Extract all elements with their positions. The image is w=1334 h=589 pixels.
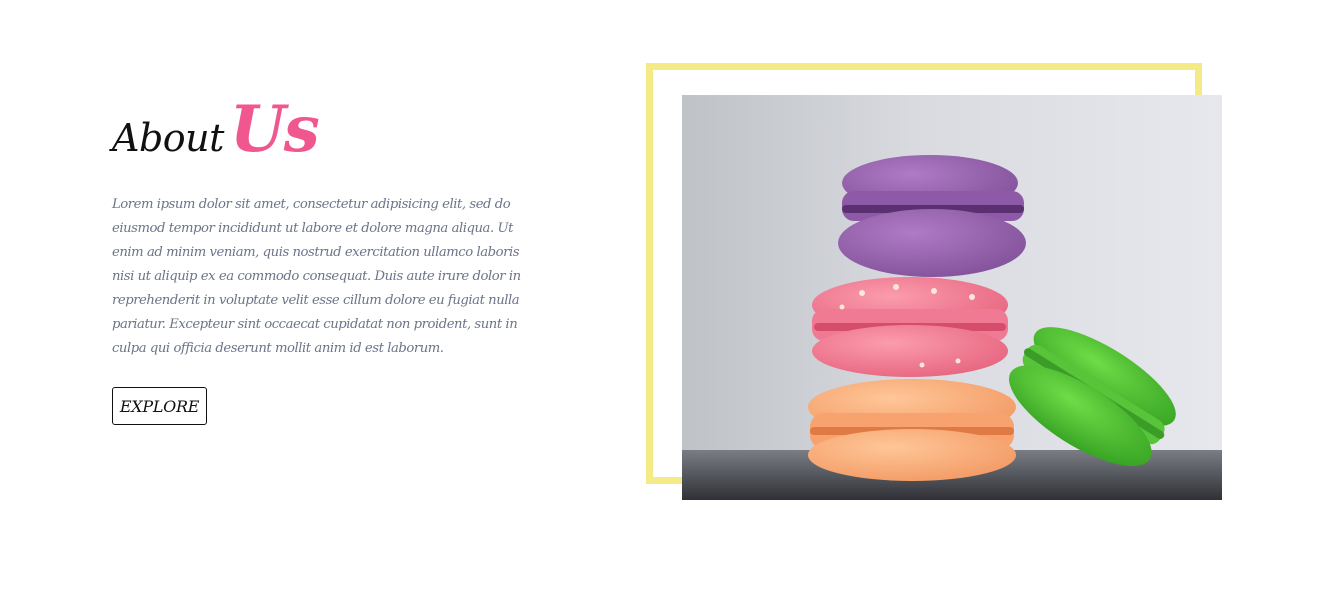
about-text-block: AboutUs Lorem ipsum dolor sit amet, cons… (112, 98, 522, 361)
about-heading-word: About (112, 116, 224, 160)
about-heading-accent-word: Us (229, 92, 320, 167)
macarons-photo (682, 95, 1222, 500)
about-heading: AboutUs (112, 98, 522, 162)
explore-button[interactable]: EXPLORE (112, 387, 207, 425)
about-description: Lorem ipsum dolor sit amet, consectetur … (112, 197, 521, 356)
